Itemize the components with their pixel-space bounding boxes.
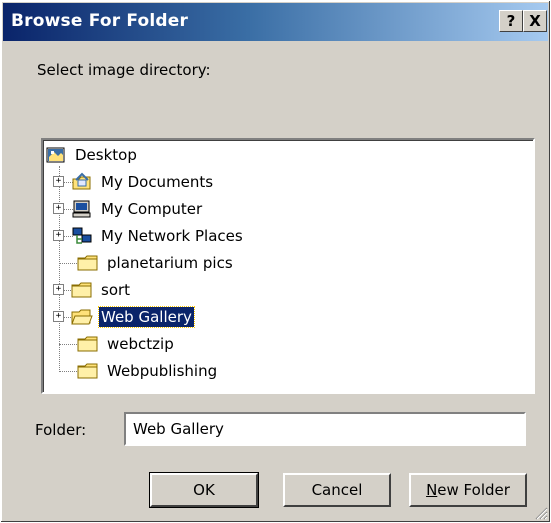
expand-toggle[interactable]: + xyxy=(53,311,64,322)
tree-item-label: Web Gallery xyxy=(98,306,195,328)
my-documents-icon xyxy=(72,172,91,190)
expand-toggle[interactable]: + xyxy=(53,284,64,295)
expand-toggle[interactable]: + xyxy=(53,176,64,187)
tree-item-desktop[interactable]: Desktop xyxy=(45,143,139,167)
dialog-prompt: Select image directory: xyxy=(37,61,211,79)
tree-item-my-computer[interactable]: My Computer xyxy=(71,197,204,221)
tree-item-webctzip[interactable]: webctzip xyxy=(77,332,176,356)
close-icon: X xyxy=(529,12,541,30)
folder-tree[interactable]: + + + + + Desktop My Documents My Comput… xyxy=(41,138,535,394)
tree-item-label: planetarium pics xyxy=(107,254,233,272)
folder-icon xyxy=(71,282,92,298)
window-title: Browse For Folder xyxy=(11,11,189,31)
tree-item-label: webctzip xyxy=(107,335,174,353)
tree-item-label: My Documents xyxy=(101,173,214,191)
tree-item-webpublishing[interactable]: Webpublishing xyxy=(77,359,219,383)
resize-grip-icon[interactable] xyxy=(534,506,548,520)
title-bar[interactable]: Browse For Folder ? X xyxy=(3,3,548,41)
network-places-icon xyxy=(72,227,92,244)
new-folder-button[interactable]: New Folder xyxy=(409,473,527,507)
folder-icon xyxy=(77,363,98,379)
cancel-button[interactable]: Cancel xyxy=(283,473,391,507)
expand-toggle[interactable]: + xyxy=(53,203,64,214)
tree-item-label: Webpublishing xyxy=(107,362,218,380)
folder-icon xyxy=(77,336,98,352)
tree-connector xyxy=(59,371,77,372)
tree-item-sort[interactable]: sort xyxy=(71,278,132,302)
folder-name-input[interactable] xyxy=(124,412,526,446)
tree-item-web-gallery[interactable]: Web Gallery xyxy=(71,305,195,329)
tree-connector xyxy=(59,166,60,372)
my-computer-icon xyxy=(72,200,91,218)
expand-toggle[interactable]: + xyxy=(53,230,64,241)
help-icon: ? xyxy=(506,12,516,30)
folder-field-label: Folder: xyxy=(35,421,87,439)
tree-connector xyxy=(59,344,77,345)
browse-for-folder-dialog: Browse For Folder ? X Select image direc… xyxy=(0,0,551,523)
folder-open-icon xyxy=(71,309,93,325)
tree-item-planetarium-pics[interactable]: planetarium pics xyxy=(77,251,235,275)
tree-item-label: sort xyxy=(101,281,131,299)
tree-item-my-network-places[interactable]: My Network Places xyxy=(71,224,245,248)
tree-connector xyxy=(59,263,77,264)
close-button[interactable]: X xyxy=(523,10,547,32)
tree-item-label: Desktop xyxy=(75,146,137,164)
new-folder-label: ew Folder xyxy=(437,481,510,499)
help-button[interactable]: ? xyxy=(499,10,523,32)
folder-icon xyxy=(77,255,98,271)
ok-button[interactable]: OK xyxy=(149,472,259,508)
desktop-icon xyxy=(46,147,65,163)
tree-item-my-documents[interactable]: My Documents xyxy=(71,170,215,194)
tree-item-label: My Network Places xyxy=(101,227,243,245)
tree-item-label: My Computer xyxy=(101,200,203,218)
new-folder-accelerator: N xyxy=(426,481,438,499)
